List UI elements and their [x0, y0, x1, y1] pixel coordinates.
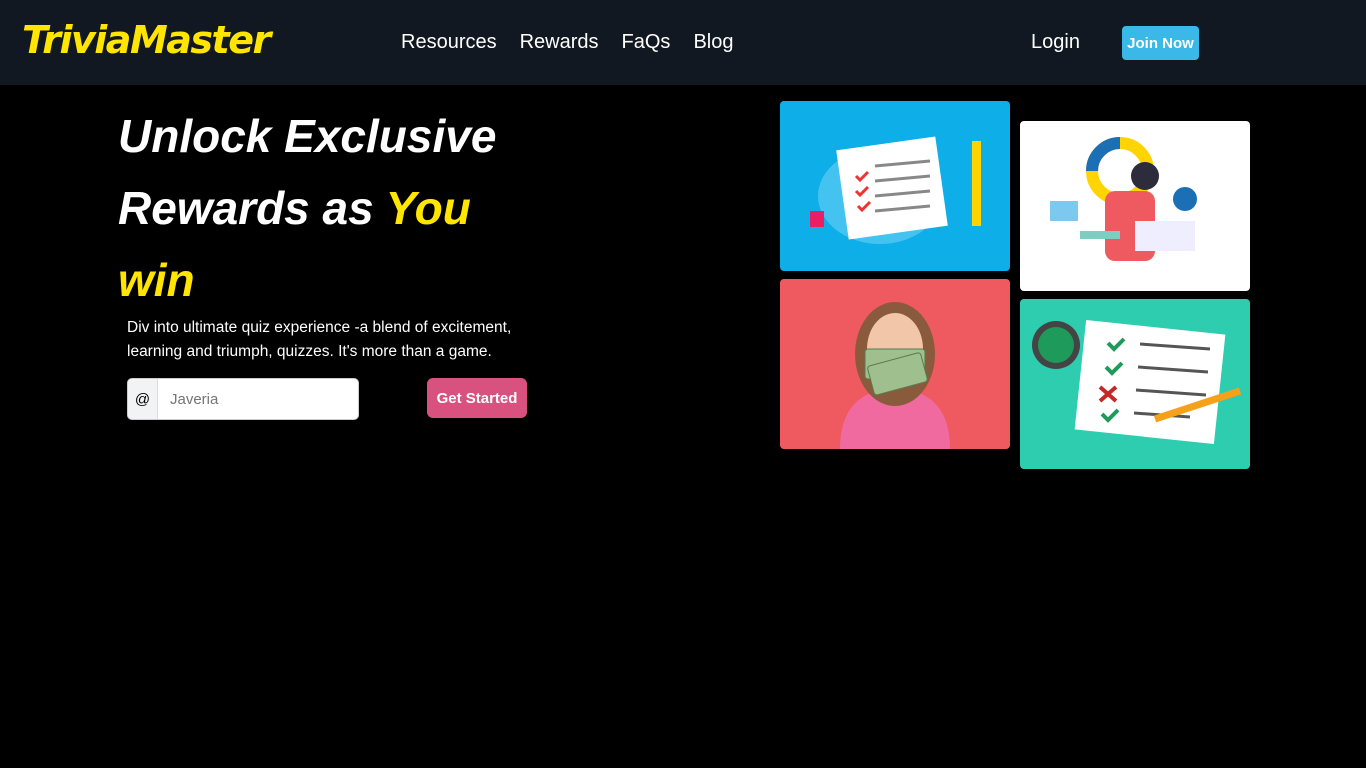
hero-description: Div into ultimate quiz experience -a ble…: [127, 319, 512, 360]
analytics-illustration: [1020, 121, 1250, 291]
join-now-button[interactable]: Join Now: [1122, 26, 1199, 60]
checklist-illustration: [780, 101, 1010, 271]
login-link[interactable]: Login: [1031, 31, 1080, 54]
nav-link-resources[interactable]: Resources: [401, 31, 497, 54]
username-input[interactable]: [158, 379, 358, 419]
at-prefix: @: [128, 379, 158, 419]
logo[interactable]: TriviaMaster: [22, 18, 271, 62]
get-started-button[interactable]: Get Started: [427, 378, 527, 418]
nav-link-blog[interactable]: Blog: [693, 31, 733, 54]
woman-with-money-photo: [780, 279, 1010, 449]
navbar: TriviaMaster Resources Rewards FaQs Blog…: [0, 0, 1366, 85]
nav-links: Resources Rewards FaQs Blog: [401, 31, 733, 54]
username-input-group: @: [127, 378, 359, 420]
nav-link-faqs[interactable]: FaQs: [622, 31, 671, 54]
quiz-timer-illustration: [1020, 299, 1250, 469]
nav-link-rewards[interactable]: Rewards: [520, 31, 599, 54]
hero-title: Unlock Exclusive Rewards as You win: [118, 100, 538, 316]
